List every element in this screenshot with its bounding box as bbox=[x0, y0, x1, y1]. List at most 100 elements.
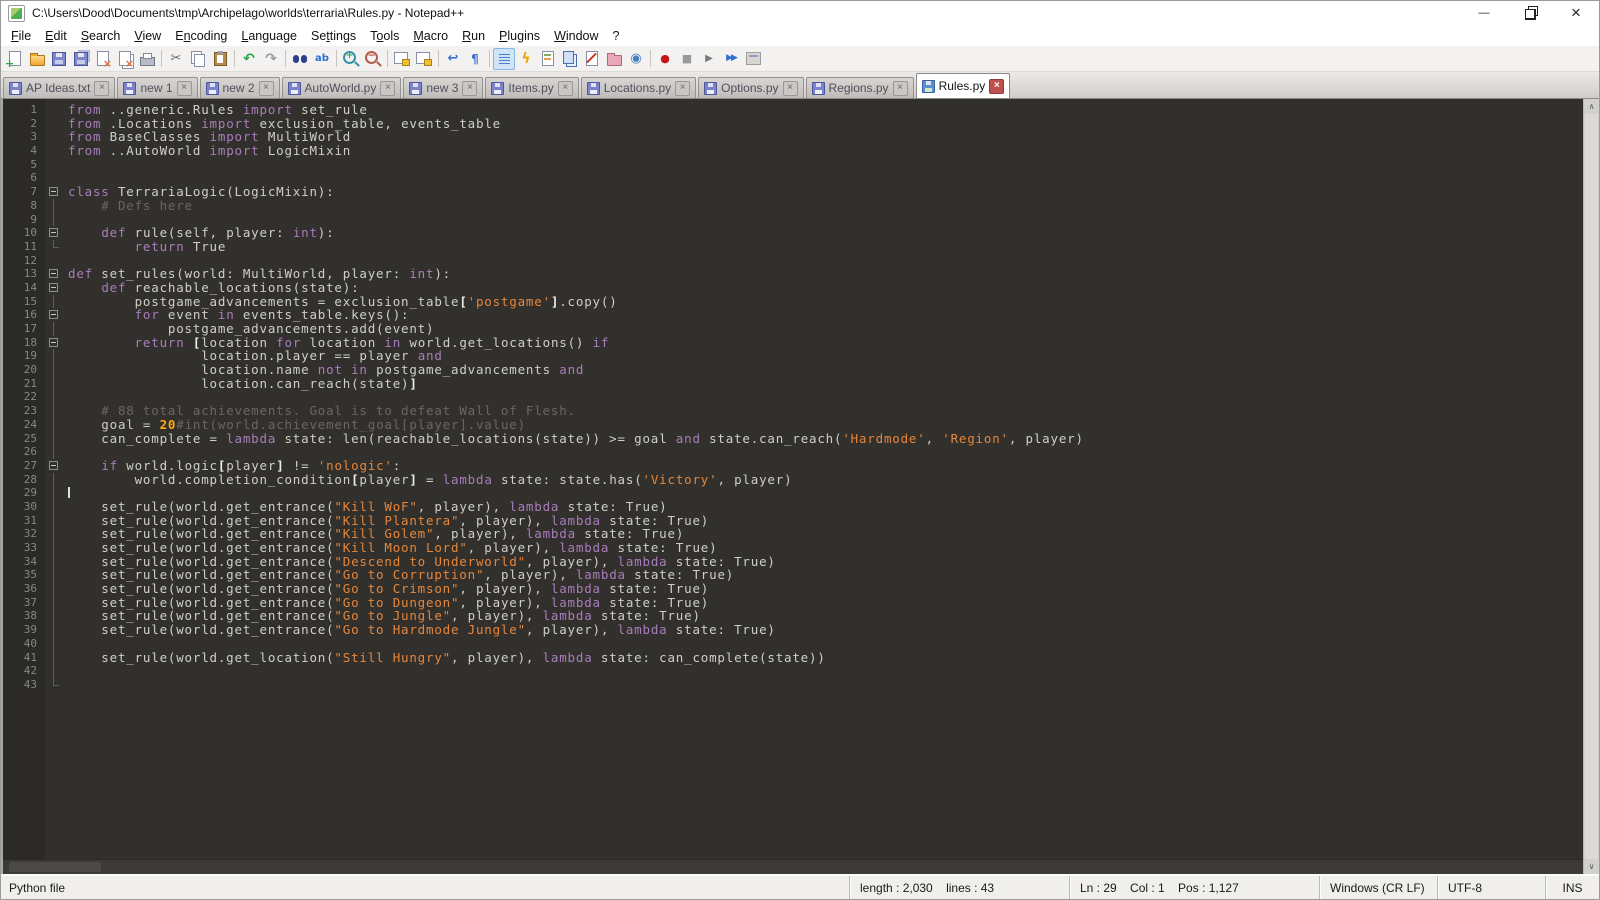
line-number[interactable]: 26 bbox=[3, 445, 37, 459]
redo-icon[interactable]: ↷ bbox=[260, 48, 282, 70]
menu-item-macro[interactable]: Macro bbox=[406, 27, 455, 45]
line-number[interactable]: 43 bbox=[3, 678, 37, 692]
code-token[interactable]: set_rule(world.get_location( bbox=[68, 650, 334, 665]
code-line-20[interactable]: location.name not in postgame_advancemen… bbox=[68, 363, 1583, 377]
line-number[interactable]: 24 bbox=[3, 418, 37, 432]
fold-collapse-icon[interactable] bbox=[49, 461, 58, 470]
code-token[interactable]: , player) bbox=[717, 472, 792, 487]
line-number[interactable]: 12 bbox=[3, 254, 37, 268]
code-token[interactable]: world.completion_condition bbox=[68, 472, 351, 487]
line-number[interactable]: 29 bbox=[3, 486, 37, 500]
code-line-22[interactable] bbox=[68, 390, 1583, 404]
line-number[interactable]: 13 bbox=[3, 267, 37, 281]
tab-close-icon[interactable] bbox=[259, 81, 274, 96]
scroll-down-arrow-icon[interactable] bbox=[1584, 859, 1599, 874]
line-number[interactable]: 19 bbox=[3, 349, 37, 363]
fold-collapse-icon[interactable] bbox=[49, 269, 58, 278]
tab-close-icon[interactable] bbox=[380, 81, 395, 96]
code-line-4[interactable]: from ..AutoWorld import LogicMixin bbox=[68, 144, 1583, 158]
line-number[interactable]: 23 bbox=[3, 404, 37, 418]
line-number[interactable]: 28 bbox=[3, 473, 37, 487]
code-line-3[interactable]: from BaseClasses import MultiWorld bbox=[68, 130, 1583, 144]
menu-item-language[interactable]: Language bbox=[234, 27, 304, 45]
code-token[interactable]: ] bbox=[409, 472, 417, 487]
show-all-characters-icon[interactable]: ¶ bbox=[464, 48, 486, 70]
line-number[interactable]: 22 bbox=[3, 390, 37, 404]
code-token[interactable]: ): bbox=[434, 266, 451, 281]
status-eol-format[interactable]: Windows (CR LF) bbox=[1319, 876, 1437, 899]
code-token[interactable]: "Still Hungry" bbox=[334, 650, 451, 665]
save-all-icon[interactable] bbox=[70, 48, 92, 70]
close-button[interactable] bbox=[1553, 1, 1599, 25]
fold-collapse-icon[interactable] bbox=[49, 228, 58, 237]
code-line-21[interactable]: location.can_reach(state)] bbox=[68, 377, 1583, 391]
tab-locations-py[interactable]: Locations.py bbox=[581, 77, 696, 98]
sync-horizontal-icon[interactable] bbox=[413, 48, 435, 70]
code-token[interactable]: ] bbox=[409, 376, 417, 391]
code-token[interactable]: .copy() bbox=[559, 294, 617, 309]
code-token[interactable]: "Go to Hardmode Jungle" bbox=[334, 622, 526, 637]
editor[interactable]: 1234567891011121314151617181920212223242… bbox=[3, 99, 1583, 859]
code-line-35[interactable]: set_rule(world.get_entrance("Go to Corru… bbox=[68, 568, 1583, 582]
line-number[interactable]: 25 bbox=[3, 432, 37, 446]
line-number[interactable]: 6 bbox=[3, 171, 37, 185]
menu-item-plugins[interactable]: Plugins bbox=[492, 27, 547, 45]
code-token[interactable]: LogicMixin bbox=[260, 143, 352, 158]
code-token[interactable]: return bbox=[135, 239, 185, 254]
line-number[interactable]: 27 bbox=[3, 459, 37, 473]
scroll-up-arrow-icon[interactable] bbox=[1584, 99, 1599, 114]
code-token[interactable]: 'Victory' bbox=[643, 472, 718, 487]
line-number[interactable]: 17 bbox=[3, 322, 37, 336]
save-icon[interactable] bbox=[48, 48, 70, 70]
function-list-icon[interactable]: ϟ bbox=[515, 48, 537, 70]
tab-close-icon[interactable] bbox=[462, 81, 477, 96]
text-editing-area[interactable]: from ..generic.Rules import set_rulefrom… bbox=[64, 99, 1583, 859]
tab-close-icon[interactable] bbox=[94, 81, 109, 96]
code-token[interactable]: set_rule(world.get_entrance( bbox=[68, 622, 334, 637]
replace-icon[interactable]: ab bbox=[311, 48, 333, 70]
code-token[interactable]: 'postgame' bbox=[468, 294, 551, 309]
menu-item-search[interactable]: Search bbox=[74, 27, 128, 45]
code-line-13[interactable]: def set_rules(world: MultiWorld, player:… bbox=[68, 267, 1583, 281]
code-token[interactable]: , bbox=[926, 431, 943, 446]
code-line-27[interactable]: if world.logic[player] != 'nologic': bbox=[68, 459, 1583, 473]
zoom-in-icon[interactable] bbox=[340, 48, 362, 70]
menu-item-help[interactable]: ? bbox=[606, 27, 627, 45]
code-line-24[interactable]: goal = 20#int(world.achievement_goal[pla… bbox=[68, 418, 1583, 432]
code-line-5[interactable] bbox=[68, 158, 1583, 172]
line-number[interactable]: 39 bbox=[3, 623, 37, 637]
tab-items-py[interactable]: Items.py bbox=[485, 77, 578, 98]
tab-close-icon[interactable] bbox=[893, 81, 908, 96]
line-number[interactable]: 18 bbox=[3, 336, 37, 350]
code-line-19[interactable]: location.player == player and bbox=[68, 349, 1583, 363]
code-token[interactable]: and bbox=[676, 431, 701, 446]
code-line-34[interactable]: set_rule(world.get_entrance("Descend to … bbox=[68, 555, 1583, 569]
code-line-37[interactable]: set_rule(world.get_entrance("Go to Dunge… bbox=[68, 596, 1583, 610]
code-line-28[interactable]: world.completion_condition[player] = lam… bbox=[68, 473, 1583, 487]
code-line-8[interactable]: # Defs here bbox=[68, 199, 1583, 213]
line-number[interactable]: 2 bbox=[3, 117, 37, 131]
show-indent-guide-icon[interactable] bbox=[493, 48, 515, 70]
close-file-icon[interactable] bbox=[92, 48, 114, 70]
code-token[interactable]: 'Hardmode' bbox=[842, 431, 925, 446]
code-token[interactable]: 'Region' bbox=[942, 431, 1009, 446]
fold-collapse-icon[interactable] bbox=[49, 310, 58, 319]
vertical-scrollbar-thumb[interactable] bbox=[1585, 114, 1598, 859]
code-line-33[interactable]: set_rule(world.get_entrance("Kill Moon L… bbox=[68, 541, 1583, 555]
code-token[interactable]: lambda bbox=[618, 622, 668, 637]
line-number[interactable]: 10 bbox=[3, 226, 37, 240]
zoom-out-icon[interactable] bbox=[362, 48, 384, 70]
code-line-1[interactable]: from ..generic.Rules import set_rule bbox=[68, 103, 1583, 117]
code-token[interactable]: # Defs here bbox=[68, 198, 193, 213]
code-token[interactable]: lambda bbox=[443, 472, 493, 487]
code-token[interactable]: state: can_complete(state)) bbox=[593, 650, 826, 665]
word-wrap-icon[interactable]: ↩ bbox=[442, 48, 464, 70]
tab-close-icon[interactable] bbox=[177, 81, 192, 96]
code-line-25[interactable]: can_complete = lambda state: len(reachab… bbox=[68, 432, 1583, 446]
code-token[interactable]: state.can_reach( bbox=[701, 431, 843, 446]
status-encoding[interactable]: UTF-8 bbox=[1437, 876, 1545, 899]
tab-options-py[interactable]: Options.py bbox=[698, 77, 803, 98]
code-token[interactable]: state: len(reachable_locations(state)) >… bbox=[276, 431, 676, 446]
open-file-icon[interactable] bbox=[26, 48, 48, 70]
menu-item-settings[interactable]: Settings bbox=[304, 27, 363, 45]
